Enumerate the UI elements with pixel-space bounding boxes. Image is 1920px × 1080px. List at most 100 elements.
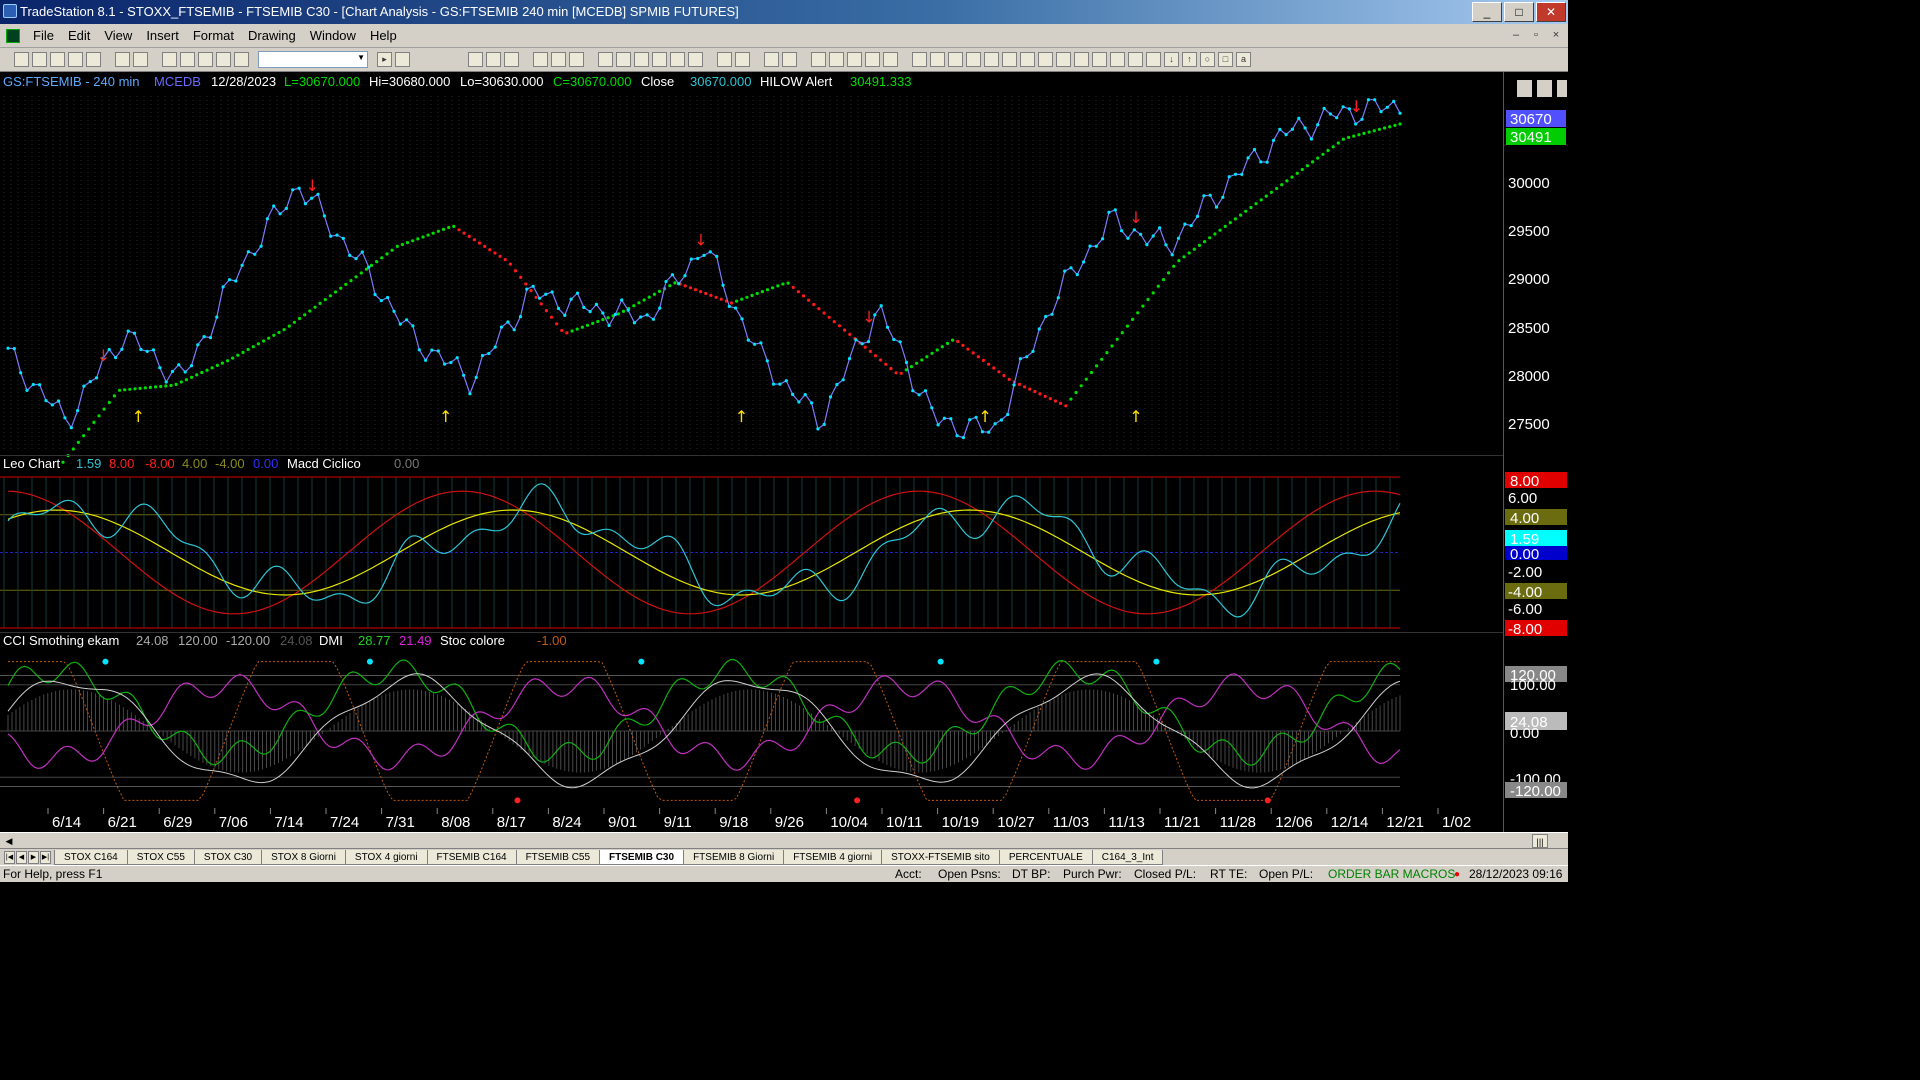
maximize-button[interactable]: □ [1504, 2, 1534, 22]
settings-icon[interactable] [883, 52, 898, 67]
order-icon[interactable] [688, 52, 703, 67]
mdi-minimize-icon[interactable]: – [1508, 27, 1524, 43]
pointer-icon[interactable] [811, 52, 826, 67]
fib-icon[interactable] [966, 52, 981, 67]
zoom-out-icon[interactable] [782, 52, 797, 67]
text-icon[interactable]: a [1236, 52, 1251, 67]
workspace-tab[interactable]: FTSEMIB C55 [515, 849, 601, 865]
pane-close-button[interactable] [1557, 80, 1567, 97]
symbol-label[interactable]: GS:FTSEMIB - 240 min [3, 74, 140, 89]
horizontal-scrollbar[interactable]: ◀ ||| [0, 832, 1568, 848]
play-icon[interactable]: ▸ [377, 52, 392, 67]
document-icon[interactable] [6, 28, 20, 43]
tools-icon[interactable] [216, 52, 231, 67]
channel-icon[interactable] [1038, 52, 1053, 67]
minimize-button[interactable]: _ [1472, 2, 1502, 22]
price-dot [493, 345, 497, 349]
chart-analysis-window[interactable]: ↑ ↑ ↑ ↑ ↑ ↓ ↓ ↓ ↓ ↓ ↓ GS:FTSEMIB - 240 min MCEDB 1… [0, 72, 1568, 832]
tab-prev-icon[interactable]: ◀ [16, 850, 27, 864]
list-icon[interactable] [486, 52, 501, 67]
save-icon[interactable] [115, 52, 130, 67]
menu-edit[interactable]: Edit [61, 28, 97, 43]
window-icon[interactable] [162, 52, 177, 67]
black-icon[interactable] [670, 52, 685, 67]
order-bar-macros[interactable]: ORDER BAR MACROS [1328, 866, 1455, 883]
workspace-tab[interactable]: PERCENTUALE [998, 849, 1093, 865]
matrix-icon[interactable] [652, 52, 667, 67]
workspace-tab[interactable]: STOX C164 [54, 849, 128, 865]
gann-icon[interactable] [1020, 52, 1035, 67]
arrow-down-icon[interactable]: ↓ [1164, 52, 1179, 67]
parallel-icon[interactable] [1092, 52, 1107, 67]
indicator-icon[interactable] [829, 52, 844, 67]
menu-view[interactable]: View [97, 28, 139, 43]
scroll-icon[interactable] [717, 52, 732, 67]
mdi-close-icon[interactable]: × [1548, 27, 1564, 43]
fan-icon[interactable] [1002, 52, 1017, 67]
grid-icon[interactable] [468, 52, 483, 67]
menu-insert[interactable]: Insert [139, 28, 186, 43]
new-icon[interactable] [14, 52, 29, 67]
arc-icon[interactable] [984, 52, 999, 67]
scroll-left-icon[interactable]: ◀ [2, 834, 16, 848]
tab-next-icon[interactable]: ▶ [28, 850, 39, 864]
chart-icon[interactable] [533, 52, 548, 67]
globe-icon[interactable] [234, 52, 249, 67]
zoom-in-icon[interactable] [764, 52, 779, 67]
tab-last-icon[interactable]: ▶| [40, 850, 51, 864]
curve-icon[interactable] [1146, 52, 1161, 67]
copy-icon[interactable] [50, 52, 65, 67]
open-icon[interactable] [32, 52, 47, 67]
bars-icon[interactable] [551, 52, 566, 67]
layout-icon[interactable] [180, 52, 195, 67]
circle-icon[interactable]: ○ [1200, 52, 1215, 67]
symbol-icon[interactable] [598, 52, 613, 67]
search-icon[interactable] [395, 52, 410, 67]
workspace-tab[interactable]: STOX C30 [193, 849, 263, 865]
export-icon[interactable] [865, 52, 880, 67]
workspace-tab[interactable]: FTSEMIB C164 [426, 849, 517, 865]
paste-icon[interactable] [68, 52, 83, 67]
workspace-tab[interactable]: FTSEMIB 4 giorni [783, 849, 883, 865]
pen-icon[interactable] [1128, 52, 1143, 67]
workspace-tab[interactable]: FTSEMIB 8 Giorni [683, 849, 785, 865]
rectangle-icon[interactable]: □ [1218, 52, 1233, 67]
workspace-tab[interactable]: STOX C55 [126, 849, 195, 865]
vertical-lines-icon[interactable] [930, 52, 945, 67]
scan-icon[interactable] [569, 52, 584, 67]
format-icon[interactable] [616, 52, 631, 67]
workspace-tab[interactable]: STOX 4 giorni [344, 849, 428, 865]
menu-file[interactable]: File [26, 28, 61, 43]
cci-label[interactable]: CCI Smothing ekam [3, 633, 119, 648]
workspace-tab[interactable]: C164_3_Int [1091, 849, 1164, 865]
speed-icon[interactable] [1110, 52, 1125, 67]
angle-icon[interactable] [1056, 52, 1071, 67]
workspace-tab[interactable]: STOX 8 Giorni [261, 849, 346, 865]
menu-window[interactable]: Window [303, 28, 363, 43]
pane-restore-button[interactable] [1537, 80, 1552, 97]
close-button[interactable]: ✕ [1536, 2, 1566, 22]
hilow-dot [262, 339, 266, 343]
menu-drawing[interactable]: Drawing [241, 28, 303, 43]
workspace-tab[interactable]: FTSEMIB C30 [599, 849, 685, 865]
workspace-tab[interactable]: STOXX-FTSEMIB sito [881, 849, 1000, 865]
workspace-select[interactable] [258, 51, 368, 68]
menu-help[interactable]: Help [363, 28, 404, 43]
arrow-up-icon[interactable]: ↑ [1182, 52, 1197, 67]
menu-format[interactable]: Format [186, 28, 241, 43]
hammer-icon[interactable] [847, 52, 862, 67]
leo-chart-label[interactable]: Leo Chart [3, 456, 60, 471]
print-icon[interactable] [133, 52, 148, 67]
tile-icon[interactable] [634, 52, 649, 67]
ray-icon[interactable] [1074, 52, 1089, 67]
table-icon[interactable] [504, 52, 519, 67]
lock-icon[interactable] [198, 52, 213, 67]
compress-icon[interactable] [735, 52, 750, 67]
horizontal-lines-icon[interactable] [948, 52, 963, 67]
tab-first-icon[interactable]: |◀ [4, 850, 15, 864]
folder-icon[interactable] [86, 52, 101, 67]
pane-minimize-button[interactable] [1517, 80, 1532, 97]
mdi-restore-icon[interactable]: ▫ [1528, 27, 1544, 43]
trendline-icon[interactable] [912, 52, 927, 67]
scroll-thumb[interactable]: ||| [1532, 834, 1548, 848]
